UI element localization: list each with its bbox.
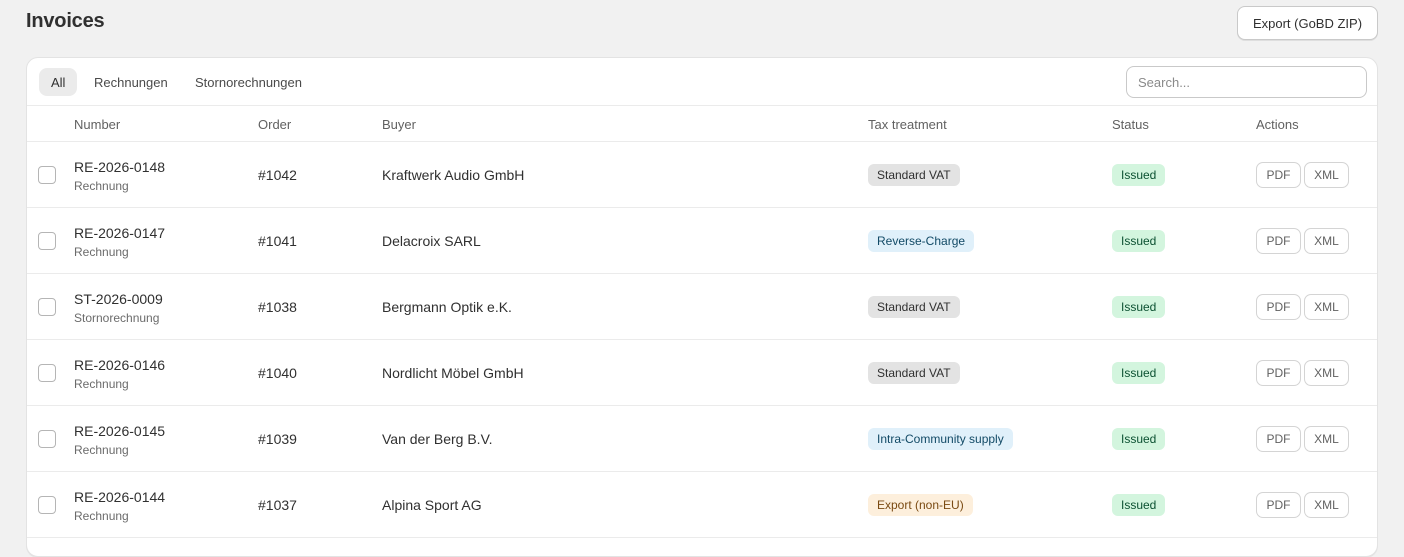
xml-download-button[interactable]: XML: [1304, 492, 1349, 518]
status-badge: Issued: [1112, 230, 1166, 252]
buyer-name: Nordlicht Möbel GmbH: [382, 365, 524, 381]
table-row[interactable]: ST-2026-0009 Stornorechnung #1038 Bergma…: [27, 274, 1377, 340]
buyer-name: Delacroix SARL: [382, 233, 481, 249]
pdf-download-button[interactable]: PDF: [1256, 426, 1301, 452]
column-header-order[interactable]: Order: [258, 117, 291, 132]
tab-stornorechnungen[interactable]: Stornorechnungen: [183, 68, 314, 96]
invoice-type: Rechnung: [74, 179, 129, 193]
invoice-number: RE-2026-0144: [74, 489, 166, 505]
tax-treatment-badge: Standard VAT: [868, 362, 960, 384]
pdf-download-button[interactable]: PDF: [1256, 360, 1301, 386]
order-number[interactable]: #1037: [258, 497, 297, 513]
buyer-name: Van der Berg B.V.: [382, 431, 493, 447]
status-badge: Issued: [1112, 296, 1166, 318]
invoice-number: RE-2026-0145: [74, 423, 166, 439]
order-number[interactable]: #1042: [258, 167, 297, 183]
table-row[interactable]: RE-2026-0148 Rechnung #1042 Kraftwerk Au…: [27, 142, 1377, 208]
xml-download-button[interactable]: XML: [1304, 294, 1349, 320]
xml-download-button[interactable]: XML: [1304, 228, 1349, 254]
tax-treatment-badge: Intra-Community supply: [868, 428, 1013, 450]
tax-treatment-badge: Export (non-EU): [868, 494, 973, 516]
table-row[interactable]: RE-2026-0145 Rechnung #1039 Van der Berg…: [27, 406, 1377, 472]
column-header-status[interactable]: Status: [1112, 117, 1149, 132]
row-select-checkbox[interactable]: [38, 298, 56, 316]
tax-treatment-badge: Standard VAT: [868, 164, 960, 186]
search-input[interactable]: [1126, 66, 1367, 98]
table-header: Number Order Buyer Tax treatment Status …: [27, 106, 1377, 142]
pdf-download-button[interactable]: PDF: [1256, 228, 1301, 254]
pdf-download-button[interactable]: PDF: [1256, 162, 1301, 188]
table-row[interactable]: RE-2026-0146 Rechnung #1040 Nordlicht Mö…: [27, 340, 1377, 406]
invoice-type: Stornorechnung: [74, 311, 160, 325]
buyer-name: Bergmann Optik e.K.: [382, 299, 512, 315]
invoice-number: RE-2026-0147: [74, 225, 166, 241]
column-header-number[interactable]: Number: [74, 117, 120, 132]
order-number[interactable]: #1041: [258, 233, 297, 249]
status-badge: Issued: [1112, 164, 1166, 186]
order-number[interactable]: #1038: [258, 299, 297, 315]
invoices-card: All Rechnungen Stornorechnungen Number O…: [26, 57, 1378, 557]
invoice-table-body: RE-2026-0148 Rechnung #1042 Kraftwerk Au…: [27, 142, 1377, 538]
pdf-download-button[interactable]: PDF: [1256, 492, 1301, 518]
export-gobd-zip-button[interactable]: Export (GoBD ZIP): [1237, 6, 1378, 40]
pdf-download-button[interactable]: PDF: [1256, 294, 1301, 320]
order-number[interactable]: #1039: [258, 431, 297, 447]
invoice-number: RE-2026-0148: [74, 159, 166, 175]
row-select-checkbox[interactable]: [38, 232, 56, 250]
table-row[interactable]: RE-2026-0144 Rechnung #1037 Alpina Sport…: [27, 472, 1377, 538]
tab-all[interactable]: All: [39, 68, 78, 96]
column-header-buyer[interactable]: Buyer: [382, 117, 416, 132]
invoice-type: Rechnung: [74, 245, 129, 259]
tax-treatment-badge: Standard VAT: [868, 296, 960, 318]
column-header-actions: Actions: [1256, 117, 1299, 132]
row-select-checkbox[interactable]: [38, 430, 56, 448]
filter-tabs-bar: All Rechnungen Stornorechnungen: [27, 58, 1377, 106]
row-select-checkbox[interactable]: [38, 496, 56, 514]
table-row[interactable]: RE-2026-0147 Rechnung #1041 Delacroix SA…: [27, 208, 1377, 274]
status-badge: Issued: [1112, 362, 1166, 384]
column-header-tax-treatment[interactable]: Tax treatment: [868, 117, 947, 132]
row-select-checkbox[interactable]: [38, 166, 56, 184]
invoice-type: Rechnung: [74, 509, 129, 523]
xml-download-button[interactable]: XML: [1304, 426, 1349, 452]
invoice-number: RE-2026-0146: [74, 357, 166, 373]
row-select-checkbox[interactable]: [38, 364, 56, 382]
buyer-name: Alpina Sport AG: [382, 497, 482, 513]
tax-treatment-badge: Reverse-Charge: [868, 230, 975, 252]
status-badge: Issued: [1112, 428, 1166, 450]
buyer-name: Kraftwerk Audio GmbH: [382, 167, 525, 183]
invoice-type: Rechnung: [74, 443, 129, 457]
status-badge: Issued: [1112, 494, 1166, 516]
xml-download-button[interactable]: XML: [1304, 162, 1349, 188]
invoice-number: ST-2026-0009: [74, 291, 163, 307]
page-title: Invoices: [26, 10, 105, 32]
invoice-type: Rechnung: [74, 377, 129, 391]
order-number[interactable]: #1040: [258, 365, 297, 381]
tab-rechnungen[interactable]: Rechnungen: [82, 68, 180, 96]
xml-download-button[interactable]: XML: [1304, 360, 1349, 386]
